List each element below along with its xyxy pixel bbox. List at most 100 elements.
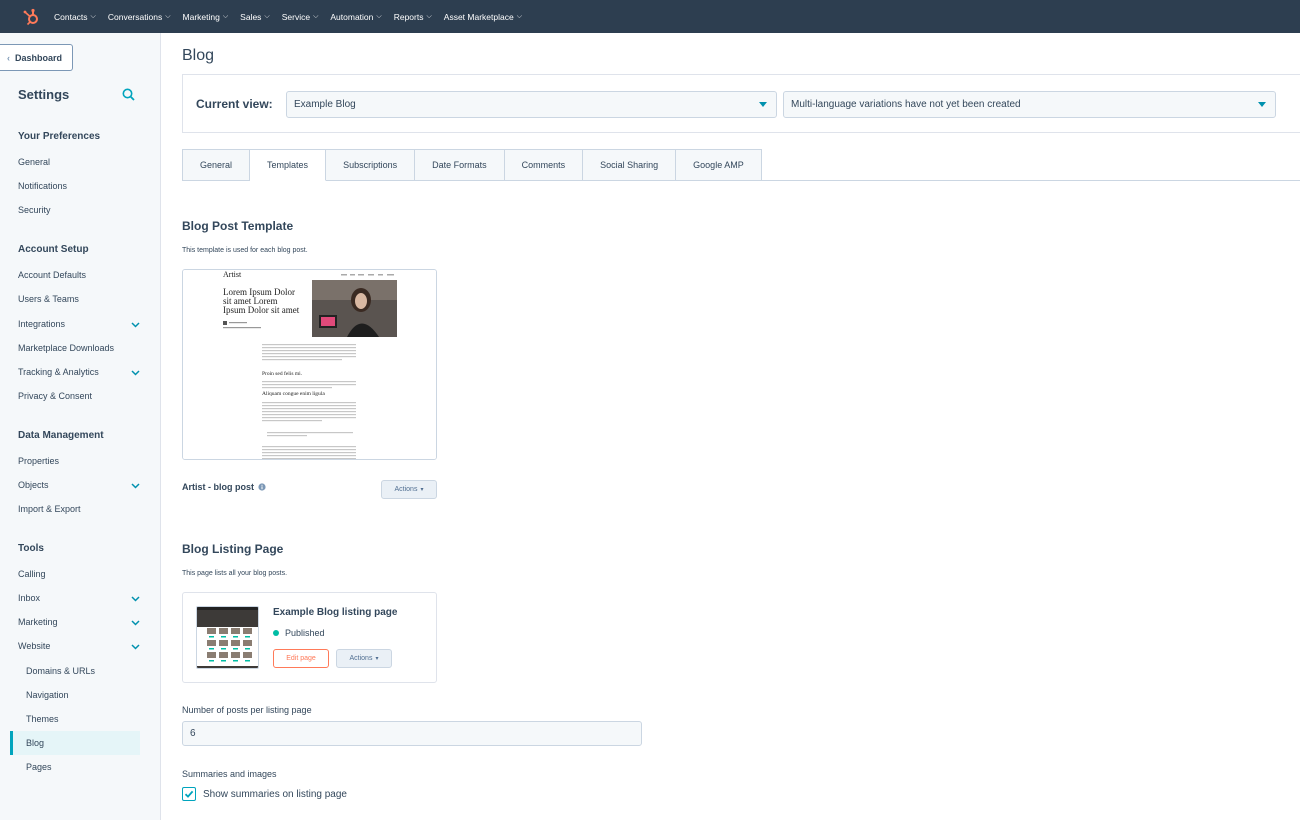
nav-label: Asset Marketplace <box>443 11 514 22</box>
template-name: Artist - blog post <box>182 482 266 492</box>
nav-service[interactable]: Service ⌵ <box>282 12 319 22</box>
listing-page-title[interactable]: Example Blog listing page <box>273 607 397 618</box>
chevron-down-icon: ⌵ <box>516 12 523 20</box>
sidebar-item-privacy-consent[interactable]: Privacy & Consent <box>18 388 140 404</box>
dropdown-caret-icon <box>759 102 767 107</box>
nav-label: Contacts <box>54 11 88 22</box>
sidebar-item-notifications[interactable]: Notifications <box>18 178 140 194</box>
listing-page-thumbnail[interactable] <box>196 606 259 669</box>
caret-down-icon: ▾ <box>420 487 424 493</box>
actions-label: Actions <box>394 486 418 493</box>
sidebar-item-import-export[interactable]: Import & Export <box>18 501 140 517</box>
nav-contacts[interactable]: Contacts ⌵ <box>54 12 96 22</box>
nav-marketing[interactable]: Marketing ⌵ <box>183 12 229 22</box>
sidebar-item-objects[interactable]: Objects <box>18 477 140 493</box>
sidebar-item-domains-urls[interactable]: Domains & URLs <box>26 663 140 679</box>
tab-google-amp[interactable]: Google AMP <box>676 149 762 181</box>
sidebar-item-website[interactable]: Website <box>18 638 140 654</box>
sidebar-item-users-teams[interactable]: Users & Teams <box>18 291 140 307</box>
section-tools: Tools <box>18 543 44 554</box>
sidebar-item-navigation[interactable]: Navigation <box>26 687 140 703</box>
nav-asset-marketplace[interactable]: Asset Marketplace ⌵ <box>444 12 522 22</box>
sidebar-item-calling[interactable]: Calling <box>18 566 140 582</box>
dropdown-caret-icon <box>1258 102 1266 107</box>
sidebar-item-label: Privacy & Consent <box>18 391 93 401</box>
hubspot-logo-icon[interactable] <box>22 8 40 26</box>
preview-brand: Artist <box>223 270 242 279</box>
published-status-dot-icon <box>273 630 279 636</box>
sidebar-item-label: Users & Teams <box>18 294 79 304</box>
chevron-down-icon: ⌵ <box>264 12 270 20</box>
sidebar-item-label: Blog <box>26 738 45 748</box>
show-summaries-checkbox[interactable] <box>182 787 196 801</box>
nav-label: Reports <box>393 11 424 22</box>
language-select[interactable]: Multi-language variations have not yet b… <box>783 91 1276 118</box>
tabs-divider <box>182 180 1300 181</box>
sidebar-item-label: Properties <box>18 456 60 466</box>
sidebar-item-pages[interactable]: Pages <box>26 759 140 775</box>
sidebar-item-themes[interactable]: Themes <box>26 711 140 727</box>
sidebar-item-label: Tracking & Analytics <box>18 367 99 377</box>
dashboard-label: Dashboard <box>15 52 63 63</box>
template-thumbnail <box>183 270 436 459</box>
nav-automation[interactable]: Automation ⌵ <box>330 12 381 22</box>
nav-sales[interactable]: Sales ⌵ <box>240 12 270 22</box>
tab-templates[interactable]: Templates <box>250 149 327 181</box>
caret-down-icon: ▾ <box>375 656 379 662</box>
sidebar-item-blog[interactable]: Blog <box>10 731 140 755</box>
template-actions-button[interactable]: Actions ▾ <box>381 480 437 499</box>
sidebar-item-tracking-analytics[interactable]: Tracking & Analytics <box>18 364 140 380</box>
show-summaries-option[interactable]: Show summaries on listing page <box>182 787 347 801</box>
posts-per-page-input[interactable] <box>182 721 642 746</box>
sidebar-item-properties[interactable]: Properties <box>18 453 140 469</box>
sidebar-item-label: Navigation <box>26 690 69 700</box>
listing-page-card: Example Blog listing page Published Edit… <box>182 592 437 683</box>
sidebar-item-account-defaults[interactable]: Account Defaults <box>18 267 140 283</box>
chevron-down-icon <box>131 595 140 602</box>
blog-post-template-heading: Blog Post Template <box>182 219 294 233</box>
nav-label: Conversations <box>107 11 163 22</box>
top-navigation: Contacts ⌵ Conversations ⌵ Marketing ⌵ Sale… <box>0 0 1300 33</box>
search-icon[interactable] <box>122 88 135 101</box>
tab-general[interactable]: General <box>182 149 251 181</box>
sidebar-item-label: Themes <box>26 714 59 724</box>
sidebar-item-marketplace-downloads[interactable]: Marketplace Downloads <box>18 340 140 356</box>
sidebar-item-security[interactable]: Security <box>18 202 140 218</box>
listing-actions-button[interactable]: Actions ▾ <box>336 649 392 668</box>
chevron-down-icon <box>131 369 140 376</box>
info-icon[interactable] <box>258 483 266 491</box>
sidebar-item-label: Domains & URLs <box>26 666 96 676</box>
nav-reports[interactable]: Reports ⌵ <box>394 12 432 22</box>
nav-label: Service <box>281 11 311 22</box>
summaries-images-label: Summaries and images <box>182 769 277 779</box>
sidebar-item-integrations[interactable]: Integrations <box>18 316 140 332</box>
sidebar-item-label: Pages <box>26 762 52 772</box>
dashboard-button[interactable]: ‹ Dashboard <box>0 44 73 71</box>
current-view-panel: Current view: Example Blog Multi-languag… <box>182 74 1300 133</box>
sidebar-item-marketing[interactable]: Marketing <box>18 614 140 630</box>
sidebar-item-label: Marketplace Downloads <box>18 343 115 353</box>
blog-post-template-preview[interactable]: Artist Lorem Ipsum Dolor sit amet Lorem … <box>182 269 437 460</box>
page-title: Blog <box>182 47 215 64</box>
sidebar-item-label: Objects <box>18 480 49 490</box>
sidebar-item-label: Inbox <box>18 593 41 603</box>
language-value: Multi-language variations have not yet b… <box>791 99 1021 110</box>
preview-subheading-1: Proin sed felis mi. <box>262 371 303 377</box>
edit-page-button[interactable]: Edit page <box>273 649 329 668</box>
tab-date-formats[interactable]: Date Formats <box>415 149 505 181</box>
chevron-down-icon <box>131 482 140 489</box>
tab-subscriptions[interactable]: Subscriptions <box>326 149 416 181</box>
sidebar-item-label: Marketing <box>18 617 58 627</box>
nav-conversations[interactable]: Conversations ⌵ <box>108 12 171 22</box>
sidebar-item-general[interactable]: General <box>18 154 140 170</box>
section-account-setup: Account Setup <box>18 244 89 255</box>
sidebar-item-inbox[interactable]: Inbox <box>18 590 140 606</box>
tab-comments[interactable]: Comments <box>504 149 584 181</box>
current-view-select[interactable]: Example Blog <box>286 91 777 118</box>
chevron-down-icon <box>131 321 140 328</box>
blog-listing-heading: Blog Listing Page <box>182 542 284 556</box>
chevron-down-icon <box>131 619 140 626</box>
tab-social-sharing[interactable]: Social Sharing <box>583 149 677 181</box>
sidebar-item-label: Import & Export <box>18 504 81 514</box>
settings-tabs: General Templates Subscriptions Date For… <box>182 149 762 181</box>
